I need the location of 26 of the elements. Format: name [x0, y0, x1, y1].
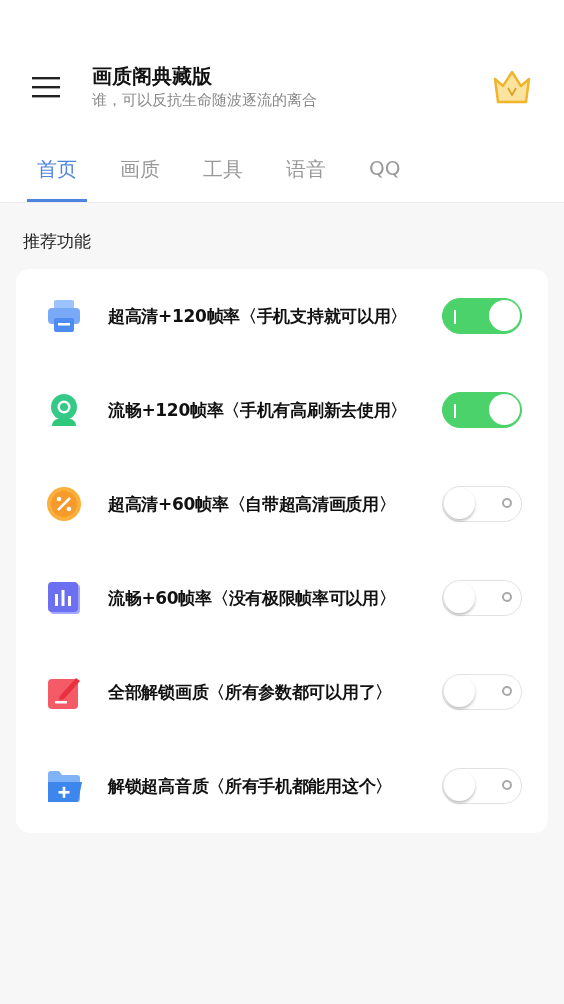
toggle-switch[interactable]: [442, 580, 522, 616]
app-subtitle: 谁，可以反抗生命随波逐流的离合: [92, 90, 318, 111]
tab[interactable]: QQ: [359, 156, 411, 202]
toggle-switch[interactable]: [442, 674, 522, 710]
toggle-switch[interactable]: [442, 486, 522, 522]
crown-icon[interactable]: [492, 69, 532, 105]
toggle-switch[interactable]: [442, 392, 522, 428]
feature-label: 流畅+60帧率〈没有极限帧率可以用〉: [108, 586, 397, 610]
menu-icon[interactable]: [32, 76, 60, 98]
tab[interactable]: 画质: [110, 156, 170, 202]
feature-label: 流畅+120帧率〈手机有高刷新去使用〉: [108, 398, 409, 422]
toggle-switch[interactable]: [442, 298, 522, 334]
tab[interactable]: 首页: [27, 156, 87, 202]
printer-icon: [46, 298, 82, 334]
feature-label: 超高清+120帧率〈手机支持就可以用〉: [108, 304, 409, 328]
toggle-switch[interactable]: [442, 768, 522, 804]
tab[interactable]: 工具: [193, 156, 253, 202]
percent-coin-icon: [46, 486, 82, 522]
feature-label: 全部解锁画质〈所有参数都可以用了〉: [108, 680, 393, 704]
folder-add-icon: [46, 768, 82, 804]
section-title: 推荐功能: [23, 230, 91, 253]
feature-label: 解锁超高音质〈所有手机都能用这个〉: [108, 774, 393, 798]
feature-label: 超高清+60帧率〈自带超高清画质用〉: [108, 492, 397, 516]
app-title: 画质阁典藏版: [92, 63, 213, 89]
tab[interactable]: 语音: [276, 156, 336, 202]
bar-chart-icon: [46, 580, 82, 616]
